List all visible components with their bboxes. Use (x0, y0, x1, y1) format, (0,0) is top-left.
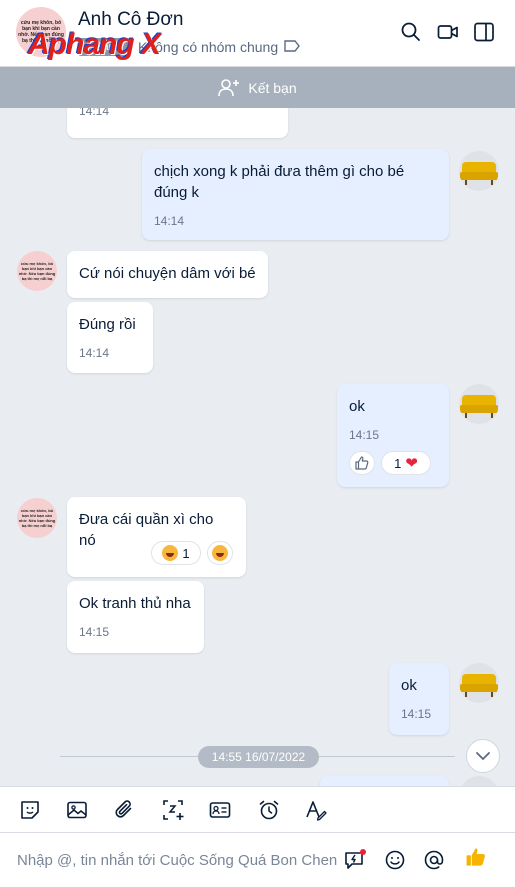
message-time: 14:14 (79, 108, 110, 118)
like-reaction-button[interactable] (349, 451, 375, 475)
message-time: 14:15 (349, 428, 380, 442)
message-text: Ok tranh thủ nha (79, 595, 191, 612)
message-input[interactable] (17, 848, 337, 872)
quick-message-icon[interactable] (343, 848, 367, 872)
message-bubble-incoming[interactable]: Đưa cái quần xì cho nó (67, 497, 246, 577)
reminder-clock-icon[interactable] (257, 798, 281, 822)
message-list[interactable]: 14:14 chịch xong k phải đưa thêm gì cho … (0, 108, 515, 786)
thumbs-up-send-icon[interactable] (464, 845, 492, 873)
search-icon[interactable] (399, 20, 423, 44)
my-avatar[interactable] (459, 776, 499, 786)
image-icon[interactable] (65, 798, 89, 822)
message-bubble-outgoing[interactable] (320, 776, 449, 786)
reaction-count: 1 (394, 455, 402, 471)
message-composer (0, 833, 515, 887)
message-time: 14:15 (401, 707, 432, 721)
message-bubble-incoming[interactable]: Cứ nói chuyện dâm với bé (67, 251, 268, 298)
video-call-icon[interactable] (436, 20, 460, 44)
emoji-icon[interactable] (383, 848, 407, 872)
message-bubble-incoming[interactable]: Đúng rồi 14:14 (67, 302, 153, 373)
date-divider: 14:55 16/07/2022 (198, 746, 319, 768)
add-friend-bar[interactable]: Kết bạn (0, 67, 515, 108)
add-friend-label: Kết bạn (248, 79, 297, 96)
text-format-icon[interactable] (304, 798, 328, 822)
message-time: 14:14 (79, 346, 110, 360)
mention-icon[interactable] (422, 848, 446, 872)
add-reaction-button[interactable] (207, 541, 233, 565)
add-friend-icon (218, 78, 240, 96)
message-bubble-outgoing[interactable]: ok 14:15 (389, 663, 449, 735)
message-bubble-outgoing[interactable]: chịch xong k phải đưa thêm gì cho bé đún… (142, 149, 449, 240)
attachment-icon[interactable] (113, 798, 137, 822)
avatar-caption: cứu mẹ khôn, bỏ bạn khi bạn cần nhờ. Nếu… (18, 261, 56, 281)
scroll-to-bottom-button[interactable] (466, 739, 500, 773)
watermark-logo: Aphang X (28, 28, 161, 61)
message-text: Cứ nói chuyện dâm với bé (79, 265, 256, 282)
contact-avatar-small[interactable]: cứu mẹ khôn, bỏ bạn khi bạn cần nhờ. Nếu… (17, 498, 57, 538)
sidebar-toggle-icon[interactable] (472, 20, 496, 44)
contact-card-icon[interactable] (208, 798, 232, 822)
avatar-caption: cứu mẹ khôn, bỏ bạn khi bạn cần nhờ. Nếu… (18, 508, 56, 528)
thumbs-up-icon (355, 456, 369, 470)
message-text: ok (349, 398, 365, 415)
label-tag-icon[interactable] (284, 39, 301, 55)
message-time: 14:15 (79, 625, 110, 639)
chevron-down-icon (476, 752, 490, 761)
my-avatar[interactable] (459, 384, 499, 424)
my-avatar[interactable] (459, 151, 499, 191)
composer-toolbar (0, 786, 515, 833)
laugh-emoji-icon (162, 545, 179, 561)
screenshot-icon[interactable] (161, 798, 185, 822)
message-text: chịch xong k phải đưa thêm gì cho bé đún… (154, 163, 405, 201)
message-bubble-incoming[interactable]: 14:14 (67, 108, 288, 138)
chat-header: cứu mẹ khôn, bỏ bạn khi bạn cần nhờ. Nếu… (0, 0, 515, 67)
laugh-emoji-icon (212, 545, 228, 561)
my-avatar[interactable] (459, 663, 499, 703)
reaction-count: 1 (182, 545, 190, 561)
sticker-icon[interactable] (18, 798, 42, 822)
heart-reaction-chip[interactable]: 1 ❤ (381, 451, 431, 475)
message-text: Đúng rồi (79, 316, 136, 333)
contact-avatar-small[interactable]: cứu mẹ khôn, bỏ bạn khi bạn cần nhờ. Nếu… (17, 251, 57, 291)
message-time: 14:14 (154, 214, 185, 228)
heart-icon: ❤ (405, 455, 418, 472)
message-text: ok (401, 677, 417, 694)
laugh-reaction-chip[interactable]: 1 (151, 541, 201, 565)
message-bubble-incoming[interactable]: Ok tranh thủ nha 14:15 (67, 581, 204, 653)
